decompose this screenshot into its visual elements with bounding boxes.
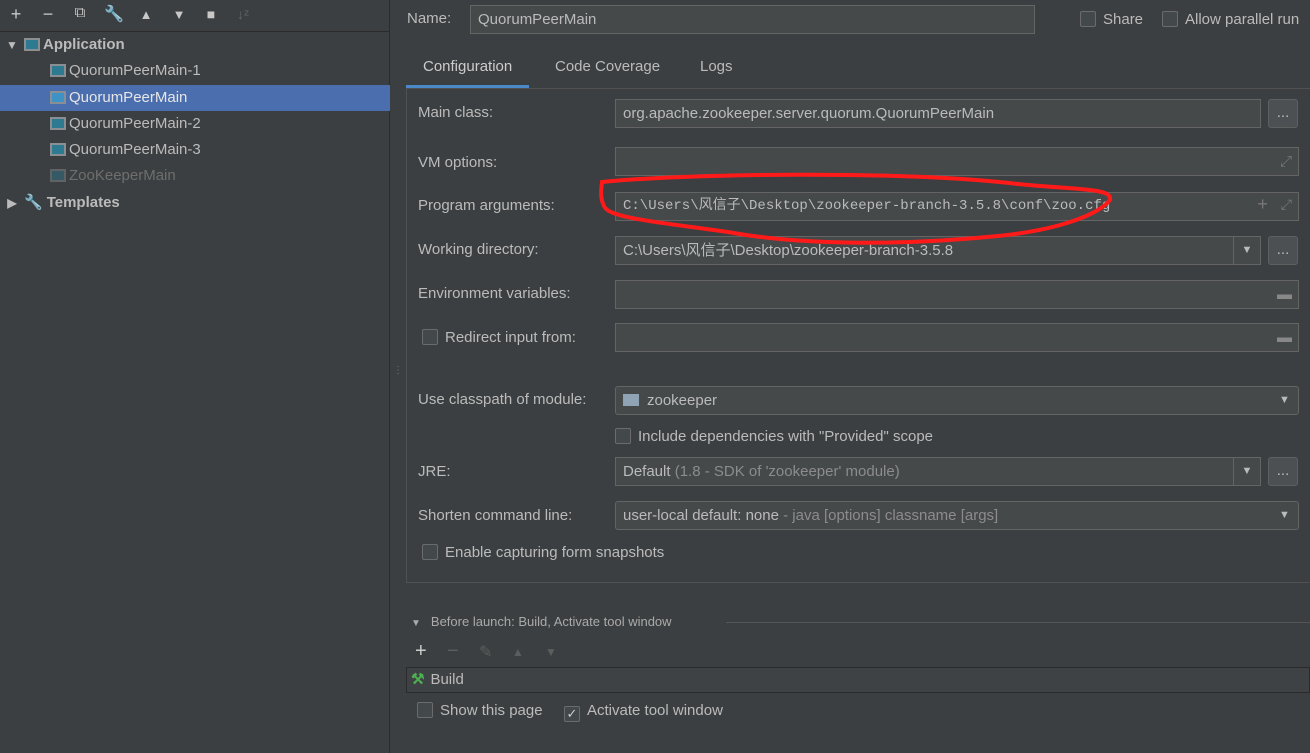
tree-item[interactable]: QuorumPeerMain-1: [0, 58, 390, 84]
move-up-icon[interactable]: ▲: [512, 645, 524, 659]
folder-icon[interactable]: ▬: [1277, 281, 1292, 308]
tree-item-disabled[interactable]: ZooKeeperMain: [0, 163, 390, 189]
show-this-page-checkbox[interactable]: Show this page: [417, 701, 543, 721]
jre-label: JRE:: [418, 463, 451, 480]
plus-icon[interactable]: +: [5, 4, 27, 25]
chevron-down-icon[interactable]: ▼: [1233, 237, 1260, 264]
before-launch-header[interactable]: ▼ Before launch: Build, Activate tool win…: [411, 614, 672, 629]
tree-group-templates[interactable]: ▶ 🔧 Templates: [0, 190, 390, 216]
classpath-label: Use classpath of module:: [418, 391, 587, 408]
application-icon: [50, 117, 66, 130]
tree-item-selected[interactable]: QuorumPeerMain: [0, 85, 390, 111]
move-down-icon[interactable]: ▼: [545, 645, 557, 659]
environment-variables-input[interactable]: ▬: [615, 280, 1299, 309]
browse-jre-button[interactable]: ...: [1268, 457, 1298, 486]
arrow-up-icon[interactable]: ▲: [135, 7, 157, 22]
add-task-icon[interactable]: +: [415, 640, 427, 663]
hammer-icon: ⚒: [411, 671, 425, 688]
splitter-handle[interactable]: ⋮: [393, 365, 403, 376]
expand-icon[interactable]: ⤢: [1281, 193, 1292, 220]
name-label: Name:: [407, 10, 452, 27]
application-icon: [50, 64, 66, 77]
redirect-input-checkbox[interactable]: Redirect input from:: [422, 328, 576, 348]
working-directory-label: Working directory:: [418, 241, 539, 258]
chevron-down-icon[interactable]: ▼: [1233, 458, 1260, 485]
tab-logs[interactable]: Logs: [683, 52, 750, 88]
tree-item[interactable]: QuorumPeerMain-2: [0, 111, 390, 137]
before-launch-task-build[interactable]: ⚒ Build: [406, 667, 1310, 693]
application-icon: [50, 169, 66, 182]
application-icon: [50, 91, 66, 104]
program-arguments-label: Program arguments:: [418, 197, 555, 214]
plus-icon[interactable]: +: [1257, 193, 1268, 220]
allow-parallel-checkbox[interactable]: Allow parallel run: [1162, 11, 1299, 28]
red-hand-drawn-annotation-ellipse: [599, 172, 1113, 245]
enable-snapshots-checkbox[interactable]: Enable capturing form snapshots: [422, 543, 664, 563]
expand-icon[interactable]: ⤢: [1280, 148, 1292, 175]
remove-task-icon[interactable]: −: [447, 640, 459, 663]
shorten-command-line-label: Shorten command line:: [418, 507, 573, 524]
include-dependencies-checkbox[interactable]: Include dependencies with "Provided" sco…: [615, 427, 933, 447]
minus-icon[interactable]: −: [37, 4, 59, 25]
shorten-command-line-select[interactable]: user-local default: none - java [options…: [615, 501, 1299, 530]
chevron-down-icon[interactable]: ▼: [1271, 387, 1298, 414]
tree-group-application[interactable]: ▼ Application: [0, 32, 390, 58]
folder-icon[interactable]: ▬: [1277, 324, 1292, 351]
tree-item[interactable]: QuorumPeerMain-3: [0, 137, 390, 163]
share-checkbox[interactable]: Share: [1080, 11, 1143, 28]
vm-options-label: VM options:: [418, 154, 498, 171]
chevron-down-icon[interactable]: ▼: [1271, 502, 1298, 529]
classpath-module-select[interactable]: zookeeper ▼: [615, 386, 1299, 415]
arrow-down-icon[interactable]: ▼: [168, 7, 190, 22]
main-class-input[interactable]: org.apache.zookeeper.server.quorum.Quoru…: [615, 99, 1261, 128]
edit-task-icon[interactable]: ✎: [479, 642, 492, 662]
name-input[interactable]: QuorumPeerMain: [470, 5, 1035, 34]
application-icon: [24, 38, 40, 51]
collapse-icon: ▼: [411, 618, 421, 629]
jre-select[interactable]: Default (1.8 - SDK of 'zookeeper' module…: [615, 457, 1261, 486]
browse-main-class-button[interactable]: ...: [1268, 99, 1298, 128]
browse-working-directory-button[interactable]: ...: [1268, 236, 1298, 265]
main-class-label: Main class:: [418, 104, 494, 121]
tab-code-coverage[interactable]: Code Coverage: [538, 52, 677, 88]
sort-icon[interactable]: ↓ᶻ: [232, 6, 254, 22]
redirect-input-field[interactable]: ▬: [615, 323, 1299, 352]
copy-icon[interactable]: ⧉: [69, 4, 91, 21]
activate-tool-window-checkbox[interactable]: ✓ Activate tool window: [564, 701, 723, 722]
run-config-tree-panel: + − ⧉ 🔧 ▲ ▼ ■ ↓ᶻ ▼ Application QuorumPeer…: [0, 0, 390, 753]
application-icon: [50, 143, 66, 156]
new-folder-icon[interactable]: ■: [200, 6, 222, 22]
environment-variables-label: Environment variables:: [418, 285, 571, 302]
module-folder-icon: [623, 394, 639, 406]
tab-configuration[interactable]: Configuration: [406, 52, 530, 88]
wrench-icon: 🔧: [24, 194, 43, 211]
wrench-icon[interactable]: 🔧: [103, 4, 125, 24]
